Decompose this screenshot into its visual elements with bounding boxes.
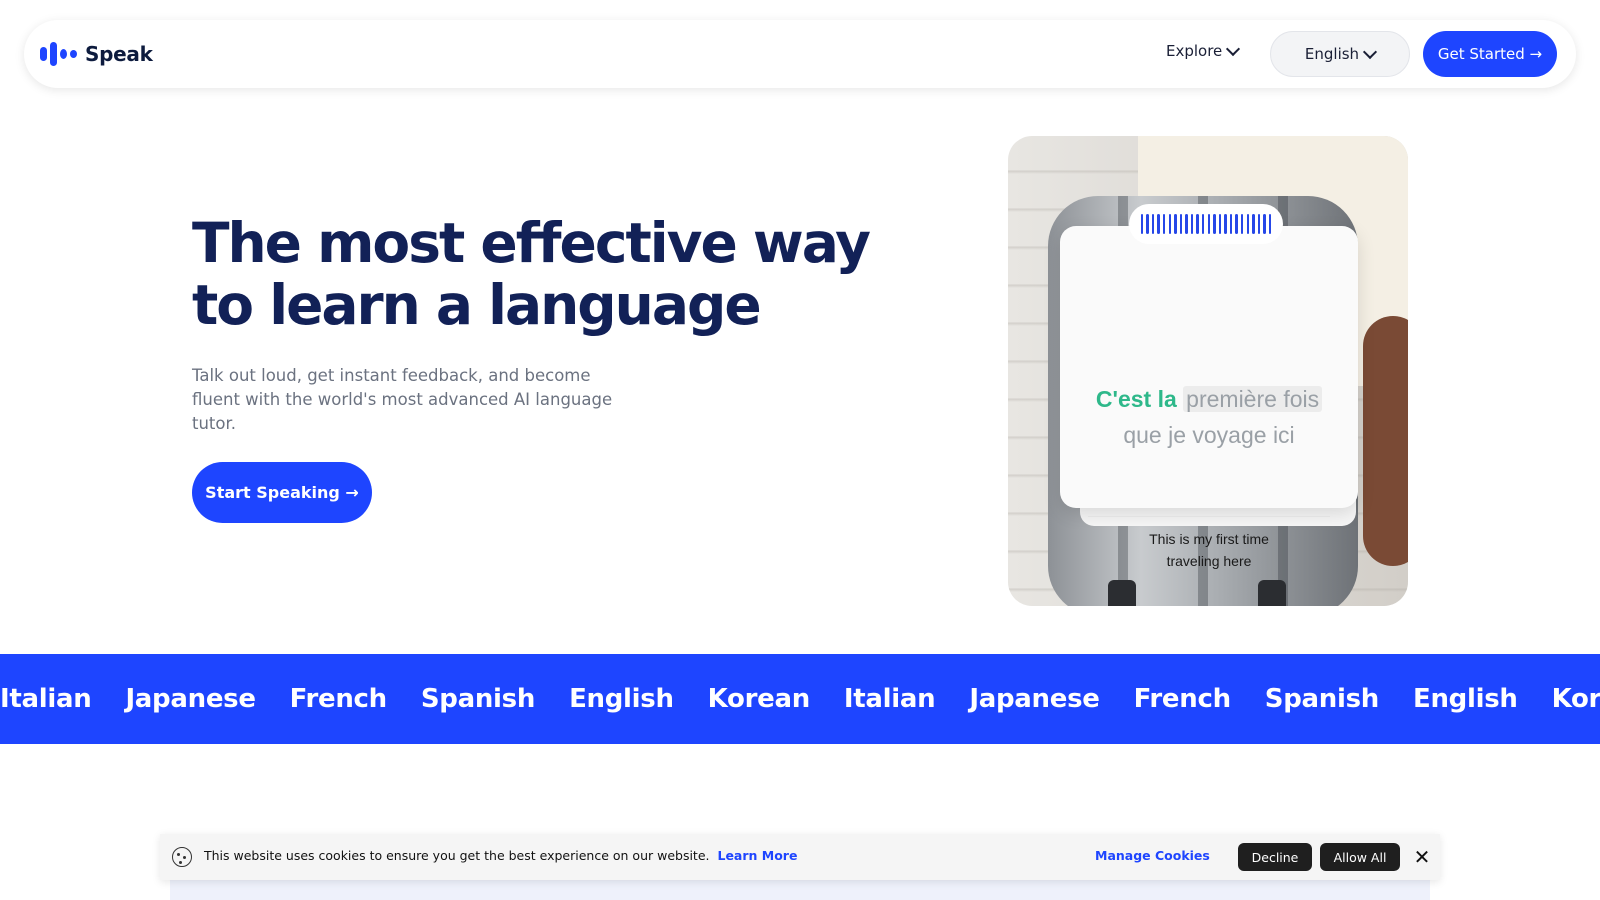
language-marquee: Italian Japanese French Spanish English Korea…	[0, 654, 1600, 744]
marquee-language-item: Italian	[0, 684, 92, 714]
marquee-language-item: French	[289, 684, 387, 714]
marquee-language-item: Japanese	[125, 684, 256, 714]
cookie-icon	[172, 847, 192, 867]
translation-card: C'est la première fois que je voyage ici…	[1060, 226, 1358, 569]
learn-more-link[interactable]: Learn More	[717, 848, 797, 863]
french-phrase-line2: que je voyage ici	[1123, 422, 1295, 448]
suitcase-wheel	[1108, 580, 1136, 606]
brand-name: Speak	[85, 42, 153, 66]
marquee-language-item: French	[1133, 684, 1231, 714]
marquee-track: Italian Japanese French Spanish English Korea…	[0, 654, 1600, 744]
chevron-down-icon	[1363, 44, 1378, 60]
marquee-language-item: Japanese	[969, 684, 1100, 714]
english-line1: This is my first time	[1149, 531, 1269, 547]
language-selector-label: English	[1304, 45, 1360, 63]
logo-mark-icon	[40, 42, 77, 66]
marquee-language-item: Korean	[1551, 684, 1600, 714]
manage-cookies-link[interactable]: Manage Cookies	[1095, 848, 1210, 863]
explore-menu[interactable]: Explore	[1166, 41, 1241, 60]
cookie-message-text: This website uses cookies to ensure you …	[204, 848, 710, 863]
language-selector[interactable]: English	[1270, 31, 1410, 77]
english-translation: This is my first time traveling here	[1060, 528, 1358, 572]
marquee-language-item: Italian	[843, 684, 936, 714]
audio-waveform-icon	[1129, 204, 1283, 244]
english-line2: traveling here	[1166, 553, 1252, 569]
french-phrase-line1: C'est la première fois	[1060, 386, 1358, 413]
cookie-banner: This website uses cookies to ensure you …	[160, 834, 1440, 880]
marquee-language-item: Korean	[707, 684, 811, 714]
decline-button[interactable]: Decline	[1238, 843, 1312, 871]
start-speaking-button[interactable]: Start Speaking →	[192, 462, 372, 523]
card-divider	[1088, 516, 1330, 517]
suitcase-wheel	[1258, 580, 1286, 606]
french-spoken-text: C'est la	[1095, 386, 1177, 412]
french-highlight-text: première fois	[1183, 386, 1323, 412]
chevron-down-icon	[1226, 41, 1241, 57]
marquee-language-item: Spanish	[420, 684, 536, 714]
close-icon[interactable]: ✕	[1408, 843, 1436, 871]
marquee-language-item: Spanish	[1264, 684, 1380, 714]
speak-logo[interactable]: Speak	[40, 42, 153, 66]
person-arm	[1363, 316, 1408, 566]
explore-label: Explore	[1166, 42, 1223, 60]
marquee-language-item: English	[1412, 684, 1518, 714]
hero-subtitle: Talk out loud, get instant feedback, and…	[192, 366, 613, 433]
hero-title: The most effective way to learn a langua…	[192, 211, 871, 337]
allow-all-button[interactable]: Allow All	[1320, 843, 1400, 871]
get-started-button[interactable]: Get Started →	[1423, 31, 1557, 77]
hero-image: C'est la première fois que je voyage ici…	[1008, 136, 1408, 606]
cookie-message: This website uses cookies to ensure you …	[204, 848, 797, 863]
top-navbar: Speak Explore English Get Started →	[24, 20, 1576, 88]
marquee-language-item: English	[569, 684, 674, 714]
